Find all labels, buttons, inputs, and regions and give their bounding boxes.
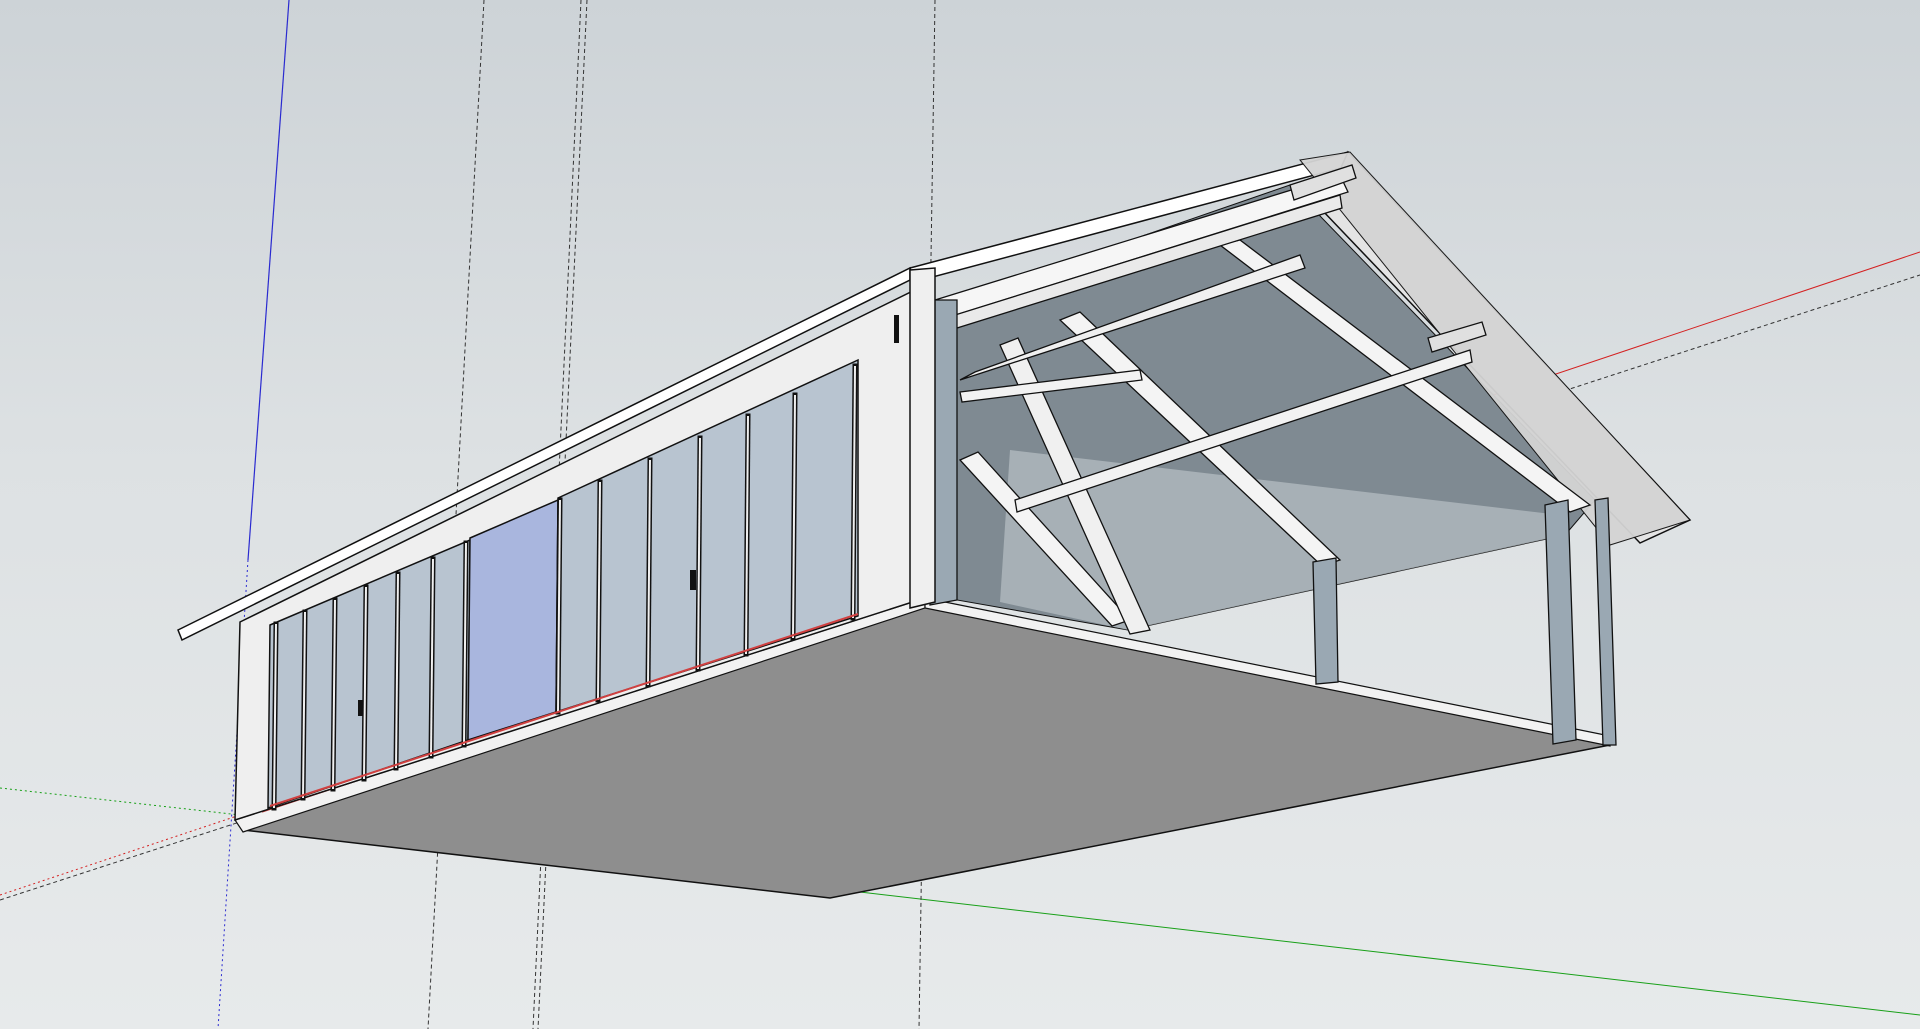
green-axis-hidden [0, 787, 241, 816]
wall-fixture [894, 315, 899, 343]
column [1544, 499, 1577, 745]
blue-axis [247, 0, 290, 561]
modeling-viewport[interactable] [0, 0, 1920, 1029]
column [1312, 557, 1339, 685]
glass-door [467, 498, 559, 742]
door-handle [690, 570, 696, 590]
door-handle [358, 700, 363, 716]
red-axis-hidden [0, 814, 241, 896]
3d-scene-canvas[interactable] [0, 0, 1920, 1029]
end-wall-panel [909, 267, 936, 609]
green-axis [859, 891, 1920, 1016]
